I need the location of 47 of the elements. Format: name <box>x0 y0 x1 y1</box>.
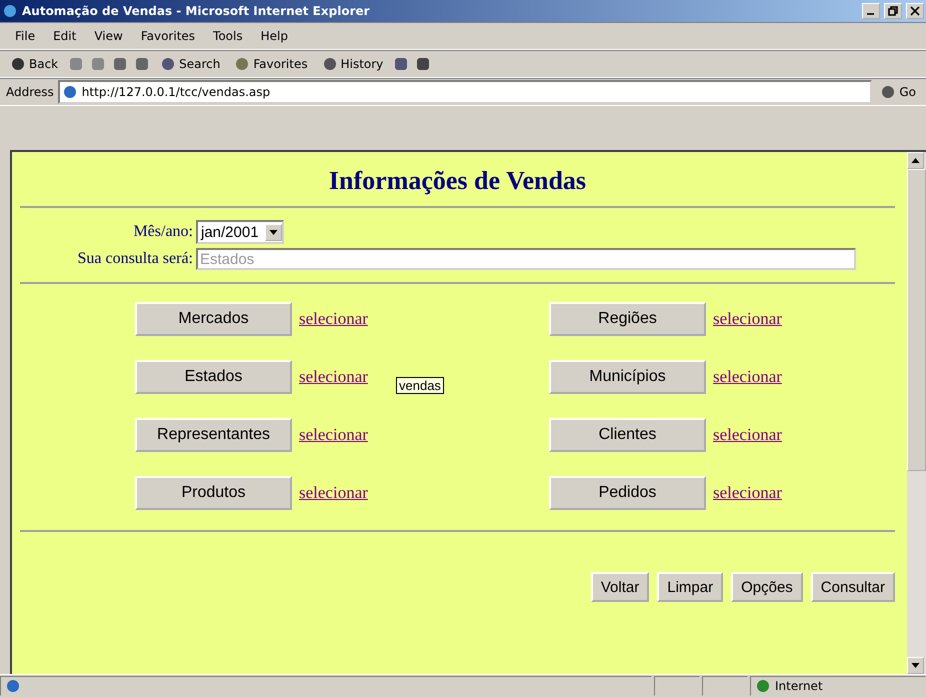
toolbar-button[interactable]: Back <box>6 54 62 74</box>
action-button[interactable]: Opções <box>731 572 803 602</box>
menu-item[interactable]: Favorites <box>132 27 204 45</box>
option-button[interactable]: Municípios <box>549 360 706 394</box>
minimize-icon[interactable] <box>862 3 880 19</box>
select-link[interactable]: selecionar <box>299 483 368 503</box>
select-link[interactable]: selecionar <box>713 309 782 329</box>
field-label: Sua consulta será: <box>76 250 193 268</box>
option-button[interactable]: Pedidos <box>549 476 706 510</box>
page-heading: Informações de Vendas <box>20 166 895 208</box>
action-button[interactable]: Limpar <box>657 572 724 602</box>
go-button[interactable]: Go <box>876 82 920 102</box>
window-title: Automação de Vendas - Microsoft Internet Explorer <box>22 4 371 18</box>
zone-label: Internet <box>775 679 823 693</box>
restore-icon[interactable] <box>884 3 902 19</box>
scrollbar[interactable] <box>907 152 926 674</box>
menu-item[interactable]: View <box>85 27 132 45</box>
option-button[interactable]: Produtos <box>135 476 292 510</box>
close-icon[interactable] <box>906 3 924 19</box>
select-link[interactable]: selecionar <box>299 367 368 387</box>
option-button[interactable]: Clientes <box>549 418 706 452</box>
menu-item[interactable]: Edit <box>44 27 86 45</box>
toolbar-button[interactable]: History <box>318 54 388 74</box>
month-select[interactable]: jan/2001 <box>196 220 284 244</box>
toolbar-button[interactable]: Search <box>156 54 224 74</box>
select-link[interactable]: selecionar <box>299 425 368 445</box>
tooltip: vendas <box>396 377 444 394</box>
select-link[interactable]: selecionar <box>713 367 782 387</box>
address-field[interactable]: http://127.0.0.1/tcc/vendas.asp <box>58 80 872 104</box>
select-link[interactable]: selecionar <box>713 425 782 445</box>
option-button[interactable]: Estados <box>135 360 292 394</box>
scroll-up-icon[interactable] <box>907 152 924 169</box>
option-button[interactable]: Regiões <box>549 302 706 336</box>
option-button[interactable]: Mercados <box>135 302 292 336</box>
address-label: Address <box>6 85 54 99</box>
menu-item[interactable]: Tools <box>204 27 252 45</box>
select-link[interactable]: selecionar <box>713 483 782 503</box>
scroll-thumb[interactable] <box>907 169 926 471</box>
action-button[interactable]: Voltar <box>590 572 650 602</box>
menu-item[interactable]: Help <box>252 27 297 45</box>
field-label: Mês/ano: <box>132 223 193 241</box>
toolbar-button[interactable]: Favorites <box>230 54 312 74</box>
action-button[interactable]: Consultar <box>810 572 895 602</box>
menu-item[interactable]: File <box>6 27 44 45</box>
select-link[interactable]: selecionar <box>299 309 368 329</box>
scroll-down-icon[interactable] <box>907 657 924 674</box>
option-button[interactable]: Representantes <box>135 418 292 452</box>
